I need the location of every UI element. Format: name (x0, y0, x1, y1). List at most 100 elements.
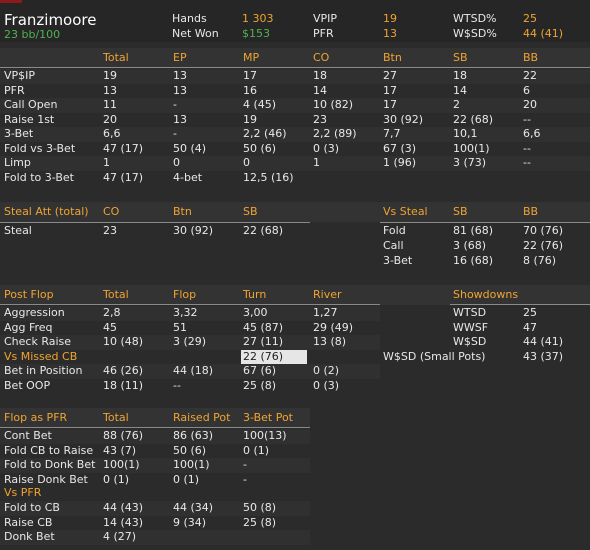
cell-raise-1st-4: 30 (92) (383, 112, 424, 126)
cell-call-open-1: - (173, 98, 177, 111)
postflop-col-turn: Turn (243, 288, 267, 301)
preflop-col-co: CO (313, 51, 330, 64)
row-label-pfr: PFR (4, 83, 25, 97)
vs-steal-divider (380, 222, 590, 223)
summary-label-vpip: VPIP (313, 12, 338, 25)
cell-cont-bet-1: 86 (63) (173, 429, 214, 442)
cell-aggression-0: 2,8 (103, 306, 121, 319)
cell-raise-1st-3: 23 (313, 112, 327, 126)
preflop-col-ep: EP (173, 51, 187, 64)
cell-vp-ip-4: 27 (383, 69, 397, 82)
cell-bet-in-position-3: 0 (2) (313, 364, 340, 377)
cell-check-raise-1: 3 (29) (173, 335, 207, 348)
showdown-label-wtsd: WTSD (453, 306, 487, 319)
showdown-value-w-sd-small-pots: 43 (37) (523, 349, 564, 363)
postflop-col-total: Total (103, 288, 129, 301)
cell-vp-ip-1: 13 (173, 69, 187, 82)
row-label-agg-freq: Agg Freq (4, 320, 53, 334)
cell-fold-to-cb-1: 44 (34) (173, 501, 214, 514)
postflop-col-river: River (313, 288, 342, 301)
flop-pfr-divider (0, 427, 310, 428)
summary-label-pfr: PFR (313, 27, 334, 40)
row-label-vs-missed-cb: Vs Missed CB (4, 349, 78, 363)
cell-aggression-3: 1,27 (313, 306, 338, 319)
summary-label-wsd: W$SD% (453, 27, 497, 40)
row-label-limp: Limp (4, 156, 31, 169)
summary-label-wtsd: WTSD% (453, 12, 497, 25)
cell-fold-to-cb-2: 50 (8) (243, 501, 277, 514)
row-label-bet-in-position: Bet in Position (4, 364, 83, 377)
showdowns-divider (450, 304, 590, 305)
cell-3-bet-5: 10,1 (453, 127, 478, 140)
steal-cell-co: 23 (103, 224, 117, 237)
preflop-header-bar (0, 48, 590, 68)
steal-col-sb: SB (243, 205, 258, 218)
preflop-col-sb: SB (453, 51, 468, 64)
cell-fold-vs-3-bet-5: 100(1) (453, 141, 490, 155)
cell-fold-to-donk-bet-2: - (243, 458, 247, 471)
summary-value-vpip: 19 (383, 12, 397, 25)
summary-value-wsd: 44 (41) (523, 27, 564, 40)
flop-pfr-col-3bet: 3-Bet Pot (243, 411, 293, 424)
cell-agg-freq-2: 45 (87) (243, 320, 284, 334)
cell-check-raise-2: 27 (11) (243, 335, 284, 348)
window-accent-strip (0, 0, 22, 3)
cell-pfr-0: 13 (103, 83, 117, 97)
cell-raise-donk-bet-2: - (243, 472, 247, 486)
row-label-3-bet: 3-Bet (383, 254, 413, 267)
cell-vp-ip-2: 17 (243, 69, 257, 82)
steal-cell-btn: 30 (92) (173, 224, 214, 237)
cell-donk-bet-0: 4 (27) (103, 530, 137, 543)
player-name: Franzimoore (4, 11, 97, 29)
cell-fold-0: 81 (68) (453, 224, 494, 237)
cell-pfr-4: 17 (383, 83, 397, 97)
cell-fold-1: 70 (76) (523, 224, 564, 237)
cell-fold-vs-3-bet-4: 67 (3) (383, 141, 417, 155)
postflop-title: Post Flop (4, 288, 54, 301)
player-winrate: 23 bb/100 (4, 28, 61, 41)
cell-fold-vs-3-bet-3: 0 (3) (313, 141, 340, 155)
cell-fold-to-3-bet-0: 47 (17) (103, 170, 144, 184)
cell-fold-to-3-bet-1: 4-bet (173, 170, 203, 184)
preflop-header-divider (0, 67, 590, 68)
row-label-fold-to-3-bet: Fold to 3-Bet (4, 170, 74, 184)
cell-agg-freq-1: 51 (173, 320, 187, 334)
summary-value-pfr: 13 (383, 27, 397, 40)
cell-fold-vs-3-bet-6: -- (523, 141, 531, 155)
flop-pfr-col-raised: Raised Pot (173, 411, 231, 424)
summary-value-wtsd: 25 (523, 12, 537, 25)
row-label-fold-cb-to-raise: Fold CB to Raise (4, 443, 94, 457)
cell-bet-in-position-0: 46 (26) (103, 364, 144, 377)
cell-fold-vs-3-bet-2: 50 (6) (243, 141, 277, 155)
cell-limp-6: -- (523, 156, 531, 169)
cell-cont-bet-2: 100(13) (243, 429, 287, 442)
row-label-fold: Fold (383, 224, 406, 237)
cell-cont-bet-0: 88 (76) (103, 429, 144, 442)
cell-bet-oop-2: 25 (8) (243, 378, 277, 392)
showdown-label-wwsf: WWSF (453, 320, 489, 334)
cell-fold-vs-3-bet-1: 50 (4) (173, 141, 207, 155)
table-row-stripe (0, 69, 590, 84)
cell-call-open-6: 20 (523, 98, 537, 111)
showdown-value-w-sd: 44 (41) (523, 335, 564, 348)
row-label-raise-1st: Raise 1st (4, 112, 55, 126)
row-label-vp-ip: VP$IP (4, 69, 36, 82)
cell-limp-0: 1 (103, 156, 110, 169)
table-row-stripe (0, 156, 590, 171)
cell-vp-ip-0: 19 (103, 69, 117, 82)
cell-limp-1: 0 (173, 156, 180, 169)
cell-raise-cb-0: 14 (43) (103, 515, 144, 529)
preflop-col-mp: MP (243, 51, 260, 64)
preflop-col-total: Total (103, 51, 129, 64)
cell-bet-in-position-1: 44 (18) (173, 364, 214, 377)
cell-limp-2: 0 (243, 156, 250, 169)
cell-limp-5: 3 (73) (453, 156, 487, 169)
showdown-label-w-sd-small-pots: W$SD (Small Pots) (383, 349, 486, 363)
cell-call-open-4: 17 (383, 98, 397, 111)
row-label-raise-donk-bet: Raise Donk Bet (4, 472, 88, 486)
cell-pfr-2: 16 (243, 83, 257, 97)
cell-fold-to-donk-bet-0: 100(1) (103, 458, 140, 471)
showdown-label-w-sd: W$SD (453, 335, 487, 348)
row-label-fold-vs-3-bet: Fold vs 3-Bet (4, 141, 76, 155)
cell-pfr-5: 14 (453, 83, 467, 97)
